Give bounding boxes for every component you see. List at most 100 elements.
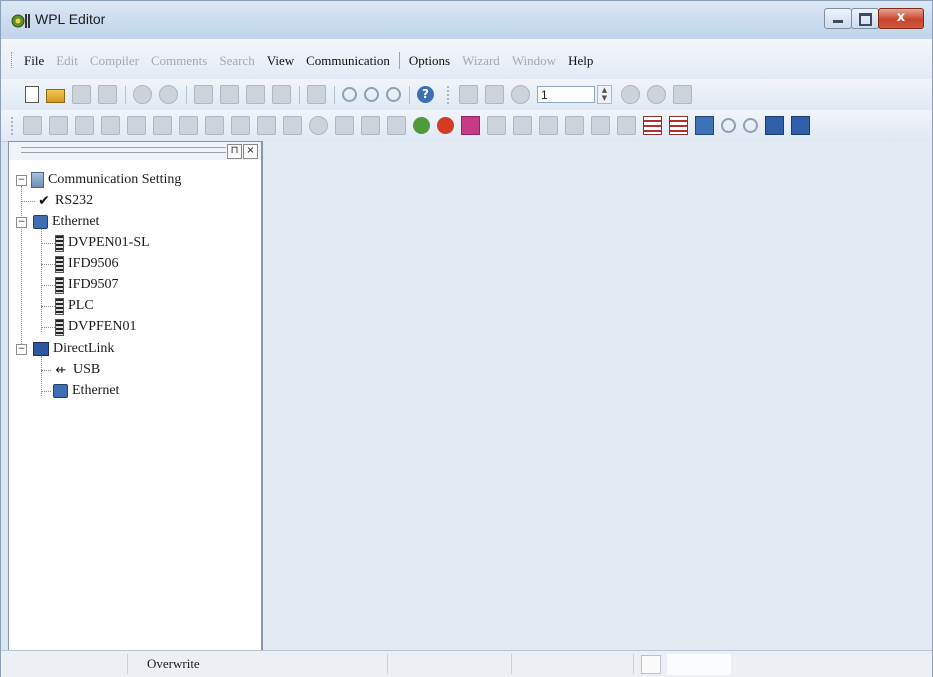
stop-icon[interactable] bbox=[437, 117, 454, 134]
collapse-ethernet-toggle[interactable]: − bbox=[16, 217, 27, 228]
minimize-button[interactable] bbox=[824, 8, 852, 29]
tree-label: Ethernet bbox=[72, 383, 120, 398]
panel-buttons: ⊓ × bbox=[226, 144, 258, 159]
run-icon[interactable] bbox=[413, 117, 430, 134]
network-icon[interactable] bbox=[765, 116, 784, 135]
maximize-icon bbox=[859, 13, 872, 26]
tree-node-ifd9507[interactable]: IFD9507 bbox=[51, 276, 119, 294]
tree-node-directlink[interactable]: DirectLink bbox=[33, 340, 114, 358]
help-icon[interactable]: ? bbox=[417, 86, 434, 103]
toolbar-grip[interactable] bbox=[447, 85, 451, 104]
tool-15-icon[interactable] bbox=[387, 116, 406, 135]
ladder-set-icon[interactable] bbox=[643, 116, 662, 135]
maximize-button[interactable] bbox=[851, 8, 879, 29]
refresh-icon[interactable] bbox=[647, 85, 666, 104]
menu-comments[interactable]: Comments bbox=[151, 53, 207, 69]
menu-view[interactable]: View bbox=[267, 53, 294, 69]
ethernet-icon bbox=[53, 384, 68, 398]
tool-14-icon[interactable] bbox=[361, 116, 380, 135]
tool-11-icon[interactable] bbox=[283, 116, 302, 135]
open-folder-icon[interactable] bbox=[46, 89, 65, 103]
step-forward-icon[interactable] bbox=[485, 85, 504, 104]
step-back-icon[interactable] bbox=[459, 85, 478, 104]
redo-icon[interactable] bbox=[159, 85, 178, 104]
cut-icon[interactable] bbox=[194, 85, 213, 104]
menu-options[interactable]: Options bbox=[409, 53, 450, 69]
panel-header[interactable]: ⊓ × bbox=[9, 142, 261, 160]
copy-icon[interactable] bbox=[220, 85, 239, 104]
monitor-icon[interactable] bbox=[695, 116, 714, 135]
panel-close-icon[interactable]: × bbox=[243, 144, 258, 159]
tool-17-icon[interactable] bbox=[539, 116, 558, 135]
tree-node-plc[interactable]: PLC bbox=[51, 297, 94, 315]
cursor-icon[interactable] bbox=[307, 85, 326, 104]
tree-node-ifd9506[interactable]: IFD9506 bbox=[51, 255, 119, 273]
workspace-area[interactable] bbox=[263, 141, 932, 650]
upload-icon[interactable] bbox=[461, 116, 480, 135]
tree-node-dvpen01-sl[interactable]: DVPEN01-SL bbox=[51, 234, 150, 252]
collapse-directlink-toggle[interactable]: − bbox=[16, 344, 27, 355]
find-next-icon[interactable] bbox=[743, 118, 758, 133]
tool-19-icon[interactable] bbox=[591, 116, 610, 135]
toolbar-grip[interactable] bbox=[11, 116, 15, 135]
tree-node-direct-ethernet[interactable]: Ethernet bbox=[53, 382, 119, 400]
find-icon[interactable] bbox=[721, 118, 736, 133]
menu-help[interactable]: Help bbox=[568, 53, 593, 69]
menu-window[interactable]: Window bbox=[512, 53, 556, 69]
menu-file[interactable]: File bbox=[24, 53, 44, 69]
tool-7-icon[interactable] bbox=[179, 116, 198, 135]
tool-6-icon[interactable] bbox=[153, 116, 172, 135]
tool-1-icon[interactable] bbox=[23, 116, 42, 135]
tool-5-icon[interactable] bbox=[127, 116, 146, 135]
tool-13-icon[interactable] bbox=[335, 116, 354, 135]
menu-compiler[interactable]: Compiler bbox=[90, 53, 139, 69]
menu-edit[interactable]: Edit bbox=[56, 53, 78, 69]
tool-2-icon[interactable] bbox=[49, 116, 68, 135]
pin-icon[interactable]: ⊓ bbox=[227, 144, 242, 159]
save-all-icon[interactable] bbox=[98, 85, 117, 104]
tool-12-icon[interactable] bbox=[309, 116, 328, 135]
tree-node-usb[interactable]: ⇷ USB bbox=[53, 361, 101, 379]
jump-icon[interactable] bbox=[673, 85, 692, 104]
tool-4-icon[interactable] bbox=[101, 116, 120, 135]
tool-8-icon[interactable] bbox=[205, 116, 224, 135]
zoom-in-icon[interactable] bbox=[364, 87, 379, 102]
tree-node-dvpfen01[interactable]: DVPFEN01 bbox=[51, 318, 136, 336]
format-brush-icon[interactable] bbox=[272, 85, 291, 104]
collapse-root-toggle[interactable]: − bbox=[16, 175, 27, 186]
minimize-icon bbox=[833, 20, 843, 23]
communication-toolbar bbox=[1, 110, 932, 142]
undo-icon[interactable] bbox=[133, 85, 152, 104]
tree-node-rs232[interactable]: ✔ RS232 bbox=[37, 192, 93, 210]
menu-wizard[interactable]: Wizard bbox=[462, 53, 500, 69]
step-run-icon[interactable] bbox=[511, 85, 530, 104]
step-count-input[interactable]: 1 bbox=[537, 86, 595, 103]
zoom-icon[interactable] bbox=[342, 87, 357, 102]
menu-communication[interactable]: Communication bbox=[306, 53, 390, 69]
title-bar[interactable]: WPL Editor x bbox=[1, 1, 932, 39]
ladder-reset-icon[interactable] bbox=[669, 116, 688, 135]
new-file-icon[interactable] bbox=[25, 86, 39, 103]
menu-search[interactable]: Search bbox=[219, 53, 254, 69]
menu-grip[interactable] bbox=[11, 52, 15, 68]
tool-18-icon[interactable] bbox=[565, 116, 584, 135]
tool-9-icon[interactable] bbox=[231, 116, 250, 135]
tool-3-icon[interactable] bbox=[75, 116, 94, 135]
tool-16-icon[interactable] bbox=[513, 116, 532, 135]
status-mode: Overwrite bbox=[147, 654, 388, 674]
download-icon[interactable] bbox=[487, 116, 506, 135]
close-button[interactable]: x bbox=[878, 8, 924, 29]
connect-icon[interactable] bbox=[791, 116, 810, 135]
panel-grip[interactable] bbox=[21, 147, 226, 153]
save-icon[interactable] bbox=[72, 85, 91, 104]
tool-10-icon[interactable] bbox=[257, 116, 276, 135]
record-icon[interactable] bbox=[621, 85, 640, 104]
tree-line bbox=[41, 391, 51, 392]
paste-icon[interactable] bbox=[246, 85, 265, 104]
tool-20-icon[interactable] bbox=[617, 116, 636, 135]
step-count-spinner[interactable]: ▲ ▼ bbox=[597, 85, 612, 104]
directlink-icon bbox=[33, 342, 49, 356]
tree-node-ethernet[interactable]: Ethernet bbox=[33, 213, 99, 231]
zoom-out-icon[interactable] bbox=[386, 87, 401, 102]
tree-node-communication-setting[interactable]: Communication Setting bbox=[31, 171, 181, 189]
